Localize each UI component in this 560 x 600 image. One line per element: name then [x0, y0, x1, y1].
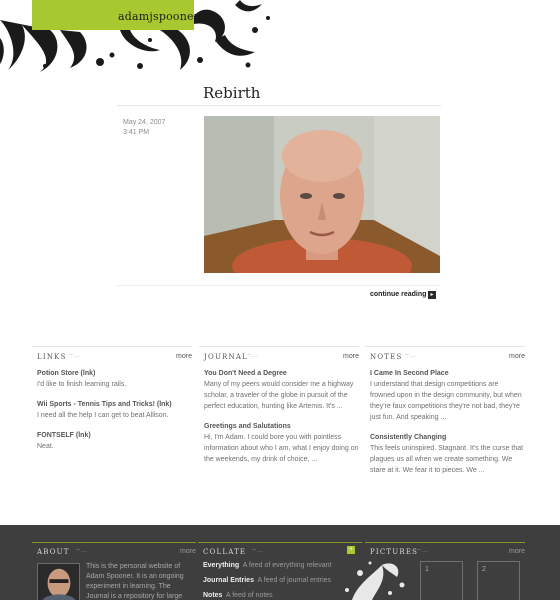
feed-label[interactable]: Everything: [203, 562, 239, 569]
about-more-link[interactable]: more: [180, 548, 196, 555]
link-description: I'd like to finish learning rails.: [37, 381, 127, 388]
picture-thumbnail[interactable]: 1: [420, 561, 463, 600]
link-title[interactable]: Wii Sports - Tennis Tips and Tricks! (ln…: [37, 400, 192, 410]
picture-number: 2: [482, 566, 486, 573]
feed-item[interactable]: Journal Entries A feed of journal entrie…: [203, 577, 331, 592]
link-description: Neat.: [37, 443, 54, 450]
divider: [117, 285, 441, 286]
continue-reading-link[interactable]: continue reading: [370, 291, 426, 298]
divider: [117, 105, 441, 106]
list-item: Greetings and Salutations Hi, I'm Adam. …: [199, 422, 359, 465]
swirl-icon: ~…: [69, 352, 81, 359]
feed-description: A feed of everything relevant: [242, 562, 332, 569]
about-section: ABOUT ~… more: [32, 542, 196, 556]
arrow-right-icon[interactable]: ▸: [428, 291, 436, 299]
link-description: I need all the help I can get to beat Al…: [37, 412, 169, 419]
feed-description: A feed of journal entries: [257, 577, 332, 584]
picture-thumbnail[interactable]: 2: [477, 561, 520, 600]
journal-entry-title[interactable]: Greetings and Salutations: [204, 422, 359, 432]
post-photo: [204, 116, 440, 273]
site-name[interactable]: adamjspooner: [118, 10, 199, 23]
about-heading: ABOUT: [37, 548, 70, 556]
links-more-link[interactable]: more: [176, 353, 192, 360]
post-title[interactable]: Rebirth: [203, 84, 260, 102]
list-item: You Don't Need a Degree Many of my peers…: [199, 369, 359, 412]
notes-heading: NOTES: [370, 353, 403, 361]
list-item: Wii Sports - Tennis Tips and Tricks! (ln…: [32, 400, 192, 421]
note-excerpt: I understand that design competitions ar…: [370, 381, 522, 421]
link-title[interactable]: FONTSELF (lnk): [37, 431, 192, 441]
link-title[interactable]: Potion Store (lnk): [37, 369, 192, 379]
notes-more-link[interactable]: more: [509, 353, 525, 360]
feed-label[interactable]: Journal Entries: [203, 577, 254, 584]
journal-entry-excerpt: Many of my peers would consider me a hig…: [204, 381, 354, 410]
feed-label[interactable]: Notes: [203, 592, 222, 599]
links-column: LINKS ~… more Potion Store (lnk) I'd lik…: [32, 346, 192, 462]
collate-heading: COLLATE: [203, 548, 247, 556]
swirl-icon: ~…: [252, 547, 264, 554]
plus-icon[interactable]: +: [347, 546, 355, 554]
list-item: I Came In Second Place I understand that…: [365, 369, 525, 423]
swirl-icon: ~…: [76, 547, 88, 554]
post-date-day: May 24, 2007: [123, 119, 166, 126]
pictures-section: PICTURES ~… more: [365, 542, 525, 556]
note-excerpt: This feels uninspired. Stagnant. It's th…: [370, 445, 524, 474]
journal-column: JOURNAL ~… more You Don't Need a Degree …: [199, 346, 359, 475]
splatter-ornament: [345, 561, 405, 600]
about-text: This is the personal website of Adam Spo…: [86, 563, 184, 600]
collate-section: COLLATE ~…: [198, 542, 362, 556]
list-item: Potion Store (lnk) I'd like to finish le…: [32, 369, 192, 390]
swirl-icon: ~…: [405, 352, 417, 359]
feed-description: A feed of notes: [225, 592, 273, 599]
journal-entry-excerpt: Hi, I'm Adam. I could bore you with poin…: [204, 434, 359, 463]
journal-entry-title[interactable]: You Don't Need a Degree: [204, 369, 359, 379]
swirl-icon: ~…: [247, 352, 259, 359]
note-title[interactable]: Consistently Changing: [370, 433, 525, 443]
post-date: May 24, 2007 3:41 PM: [123, 118, 165, 138]
links-heading: LINKS: [37, 353, 67, 361]
list-item: FONTSELF (lnk) Neat.: [32, 431, 192, 452]
note-title[interactable]: I Came In Second Place: [370, 369, 525, 379]
feed-item[interactable]: Everything A feed of everything relevant: [203, 562, 331, 577]
picture-number: 1: [425, 566, 429, 573]
feed-item[interactable]: Notes A feed of notes: [203, 592, 331, 600]
avatar: [37, 563, 80, 600]
swirl-icon: ~…: [417, 547, 429, 554]
post-date-time: 3:41 PM: [123, 129, 150, 136]
journal-more-link[interactable]: more: [343, 353, 359, 360]
notes-column: NOTES ~… more I Came In Second Place I u…: [365, 346, 525, 486]
list-item: Consistently Changing This feels uninspi…: [365, 433, 525, 476]
feed-list: Everything A feed of everything relevant…: [203, 562, 331, 600]
journal-heading: JOURNAL: [204, 353, 248, 361]
pictures-more-link[interactable]: more: [509, 548, 525, 555]
